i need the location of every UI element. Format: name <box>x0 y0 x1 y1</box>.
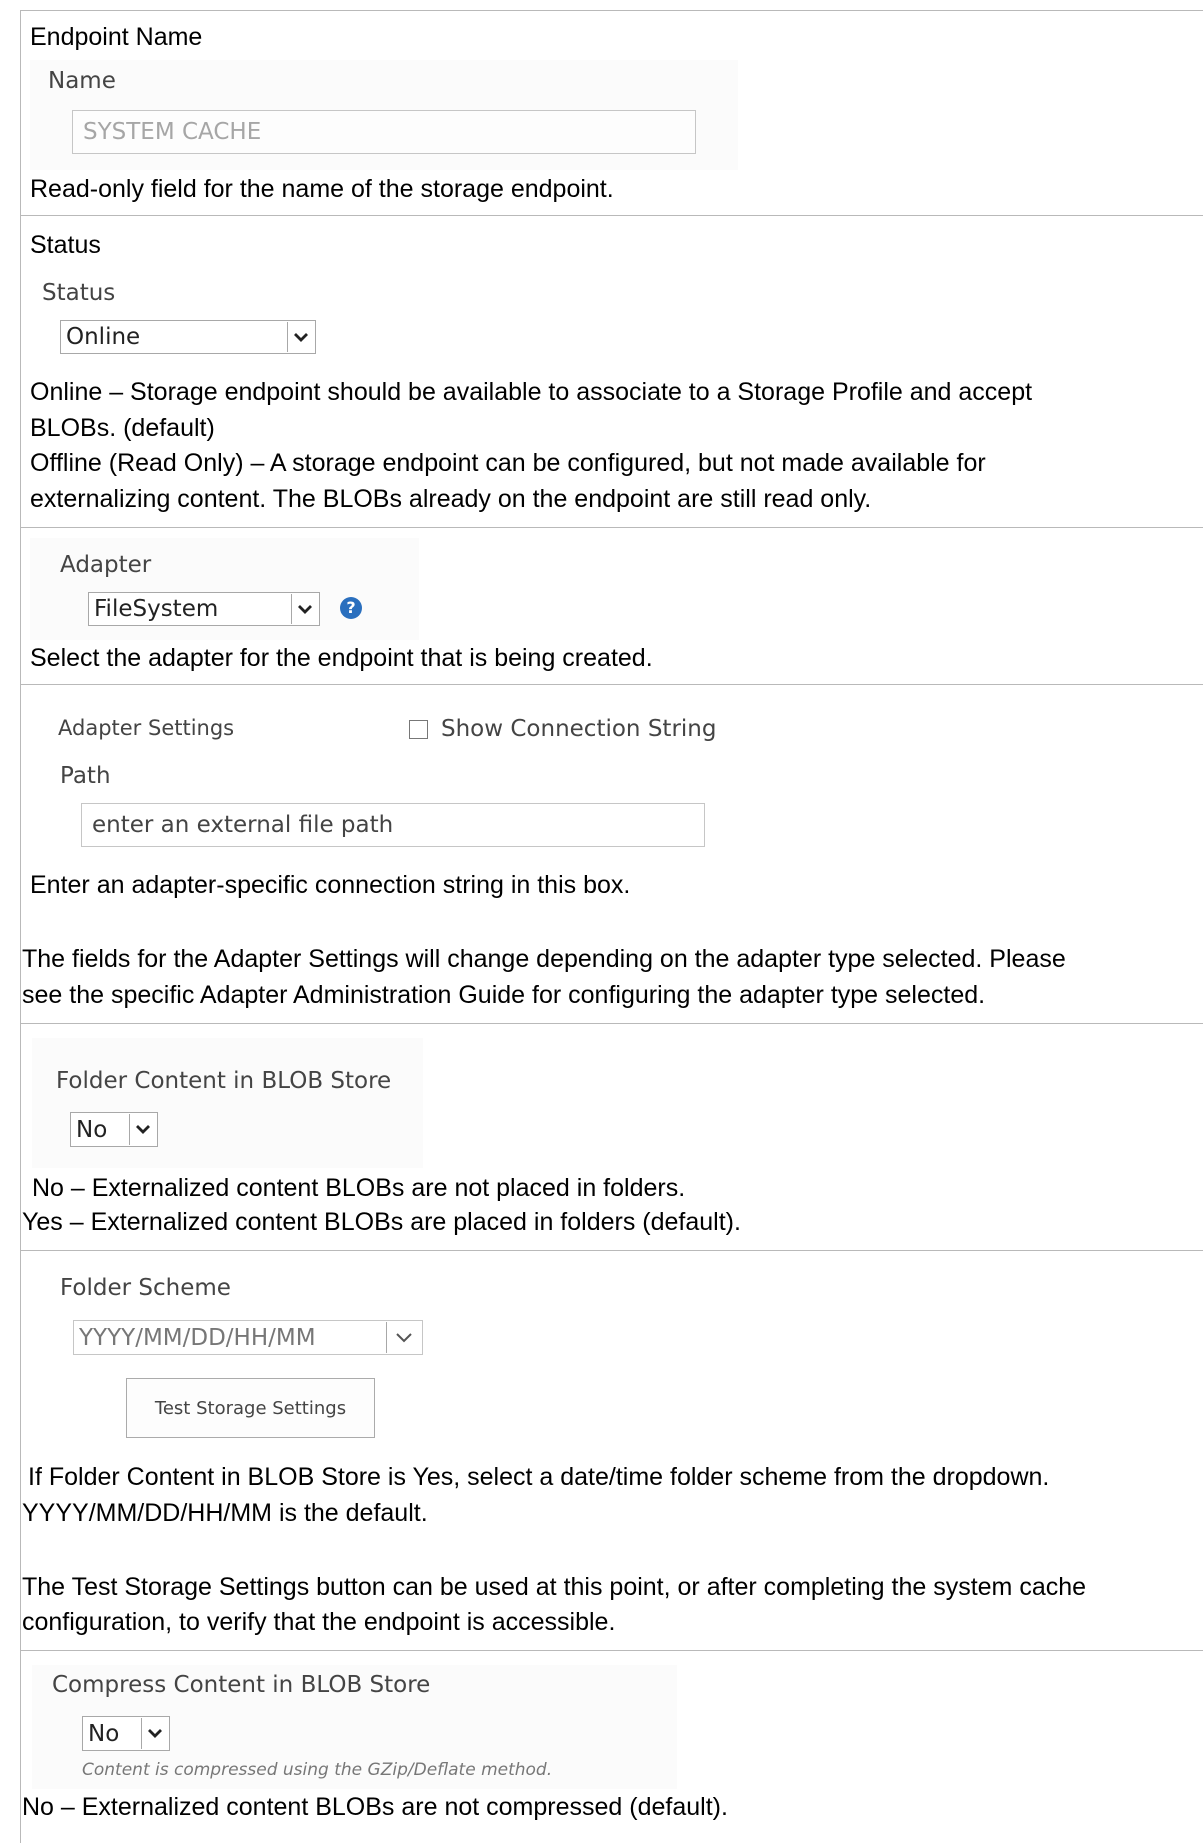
status-select[interactable]: Online <box>60 320 316 354</box>
folder-content-field-panel <box>32 1038 423 1168</box>
table-left-border <box>20 10 21 1843</box>
document-page: Endpoint Name Name SYSTEM CACHE Read-onl… <box>0 0 1203 1843</box>
adapter-settings-description: Enter an adapter-specific connection str… <box>30 871 631 899</box>
test-storage-settings-button[interactable]: Test Storage Settings <box>126 1378 375 1438</box>
folder-content-select-value: No <box>76 1116 108 1143</box>
chevron-down-icon <box>129 1114 156 1145</box>
row-divider <box>20 215 1203 216</box>
row-divider <box>20 10 1203 11</box>
row-divider <box>20 1023 1203 1024</box>
status-description-line: BLOBs. (default) <box>30 414 215 442</box>
row-divider <box>20 1250 1203 1251</box>
adapter-settings-note-line: The fields for the Adapter Settings will… <box>22 945 1066 973</box>
folder-content-select[interactable]: No <box>70 1112 158 1147</box>
status-description-line: Online – Storage endpoint should be avai… <box>30 378 1033 406</box>
folder-scheme-note-line: configuration, to verify that the endpoi… <box>22 1608 616 1636</box>
folder-content-description-line: Yes – Externalized content BLOBs are pla… <box>22 1208 741 1236</box>
folder-scheme-note-line: The Test Storage Settings button can be … <box>22 1573 1087 1601</box>
chevron-down-icon <box>287 322 314 352</box>
path-field-label: Path <box>60 763 111 789</box>
name-input[interactable]: SYSTEM CACHE <box>72 110 696 154</box>
adapter-field-label: Adapter <box>60 552 152 578</box>
name-field-label: Name <box>48 68 116 94</box>
folder-scheme-field-label: Folder Scheme <box>60 1275 231 1301</box>
folder-scheme-description-line: If Folder Content in BLOB Store is Yes, … <box>28 1463 1050 1491</box>
compress-content-field-label: Compress Content in BLOB Store <box>52 1672 431 1698</box>
row-divider <box>20 1650 1203 1651</box>
folder-scheme-select[interactable]: YYYY/MM/DD/HH/MM <box>73 1320 423 1355</box>
folder-scheme-description-line: YYYY/MM/DD/HH/MM is the default. <box>22 1499 428 1527</box>
show-connection-string-checkbox[interactable] <box>409 720 428 739</box>
adapter-select-value: FileSystem <box>94 596 219 622</box>
row-divider <box>20 527 1203 528</box>
chevron-down-icon <box>141 1718 168 1749</box>
compress-content-select-value: No <box>88 1720 120 1747</box>
folder-content-field-label: Folder Content in BLOB Store <box>56 1068 392 1094</box>
row-divider <box>20 684 1203 685</box>
folder-content-description-line: No – Externalized content BLOBs are not … <box>32 1174 686 1202</box>
status-description-line: Offline (Read Only) – A storage endpoint… <box>30 449 986 477</box>
adapter-description: Select the adapter for the endpoint that… <box>30 644 653 672</box>
question-circle-icon[interactable]: ? <box>340 597 362 619</box>
show-connection-string-label[interactable]: Show Connection String <box>441 716 716 744</box>
compress-content-hint: Content is compressed using the GZip/Def… <box>82 1760 553 1780</box>
adapter-settings-note-line: see the specific Adapter Administration … <box>22 981 986 1009</box>
compress-content-description: No – Externalized content BLOBs are not … <box>22 1793 728 1821</box>
endpoint-name-description: Read-only field for the name of the stor… <box>30 175 614 203</box>
endpoint-name-heading: Endpoint Name <box>30 23 203 51</box>
chevron-down-icon <box>386 1322 421 1353</box>
chevron-down-icon <box>291 594 318 624</box>
status-field-label: Status <box>42 280 116 306</box>
folder-scheme-select-value: YYYY/MM/DD/HH/MM <box>79 1324 316 1351</box>
path-input[interactable]: enter an external file path <box>81 803 705 847</box>
compress-content-select[interactable]: No <box>82 1716 170 1751</box>
status-select-value: Online <box>66 324 141 350</box>
status-description-line: externalizing content. The BLOBs already… <box>30 485 872 513</box>
adapter-settings-label: Adapter Settings <box>58 716 235 740</box>
adapter-select[interactable]: FileSystem <box>88 592 320 626</box>
status-heading: Status <box>30 231 101 259</box>
